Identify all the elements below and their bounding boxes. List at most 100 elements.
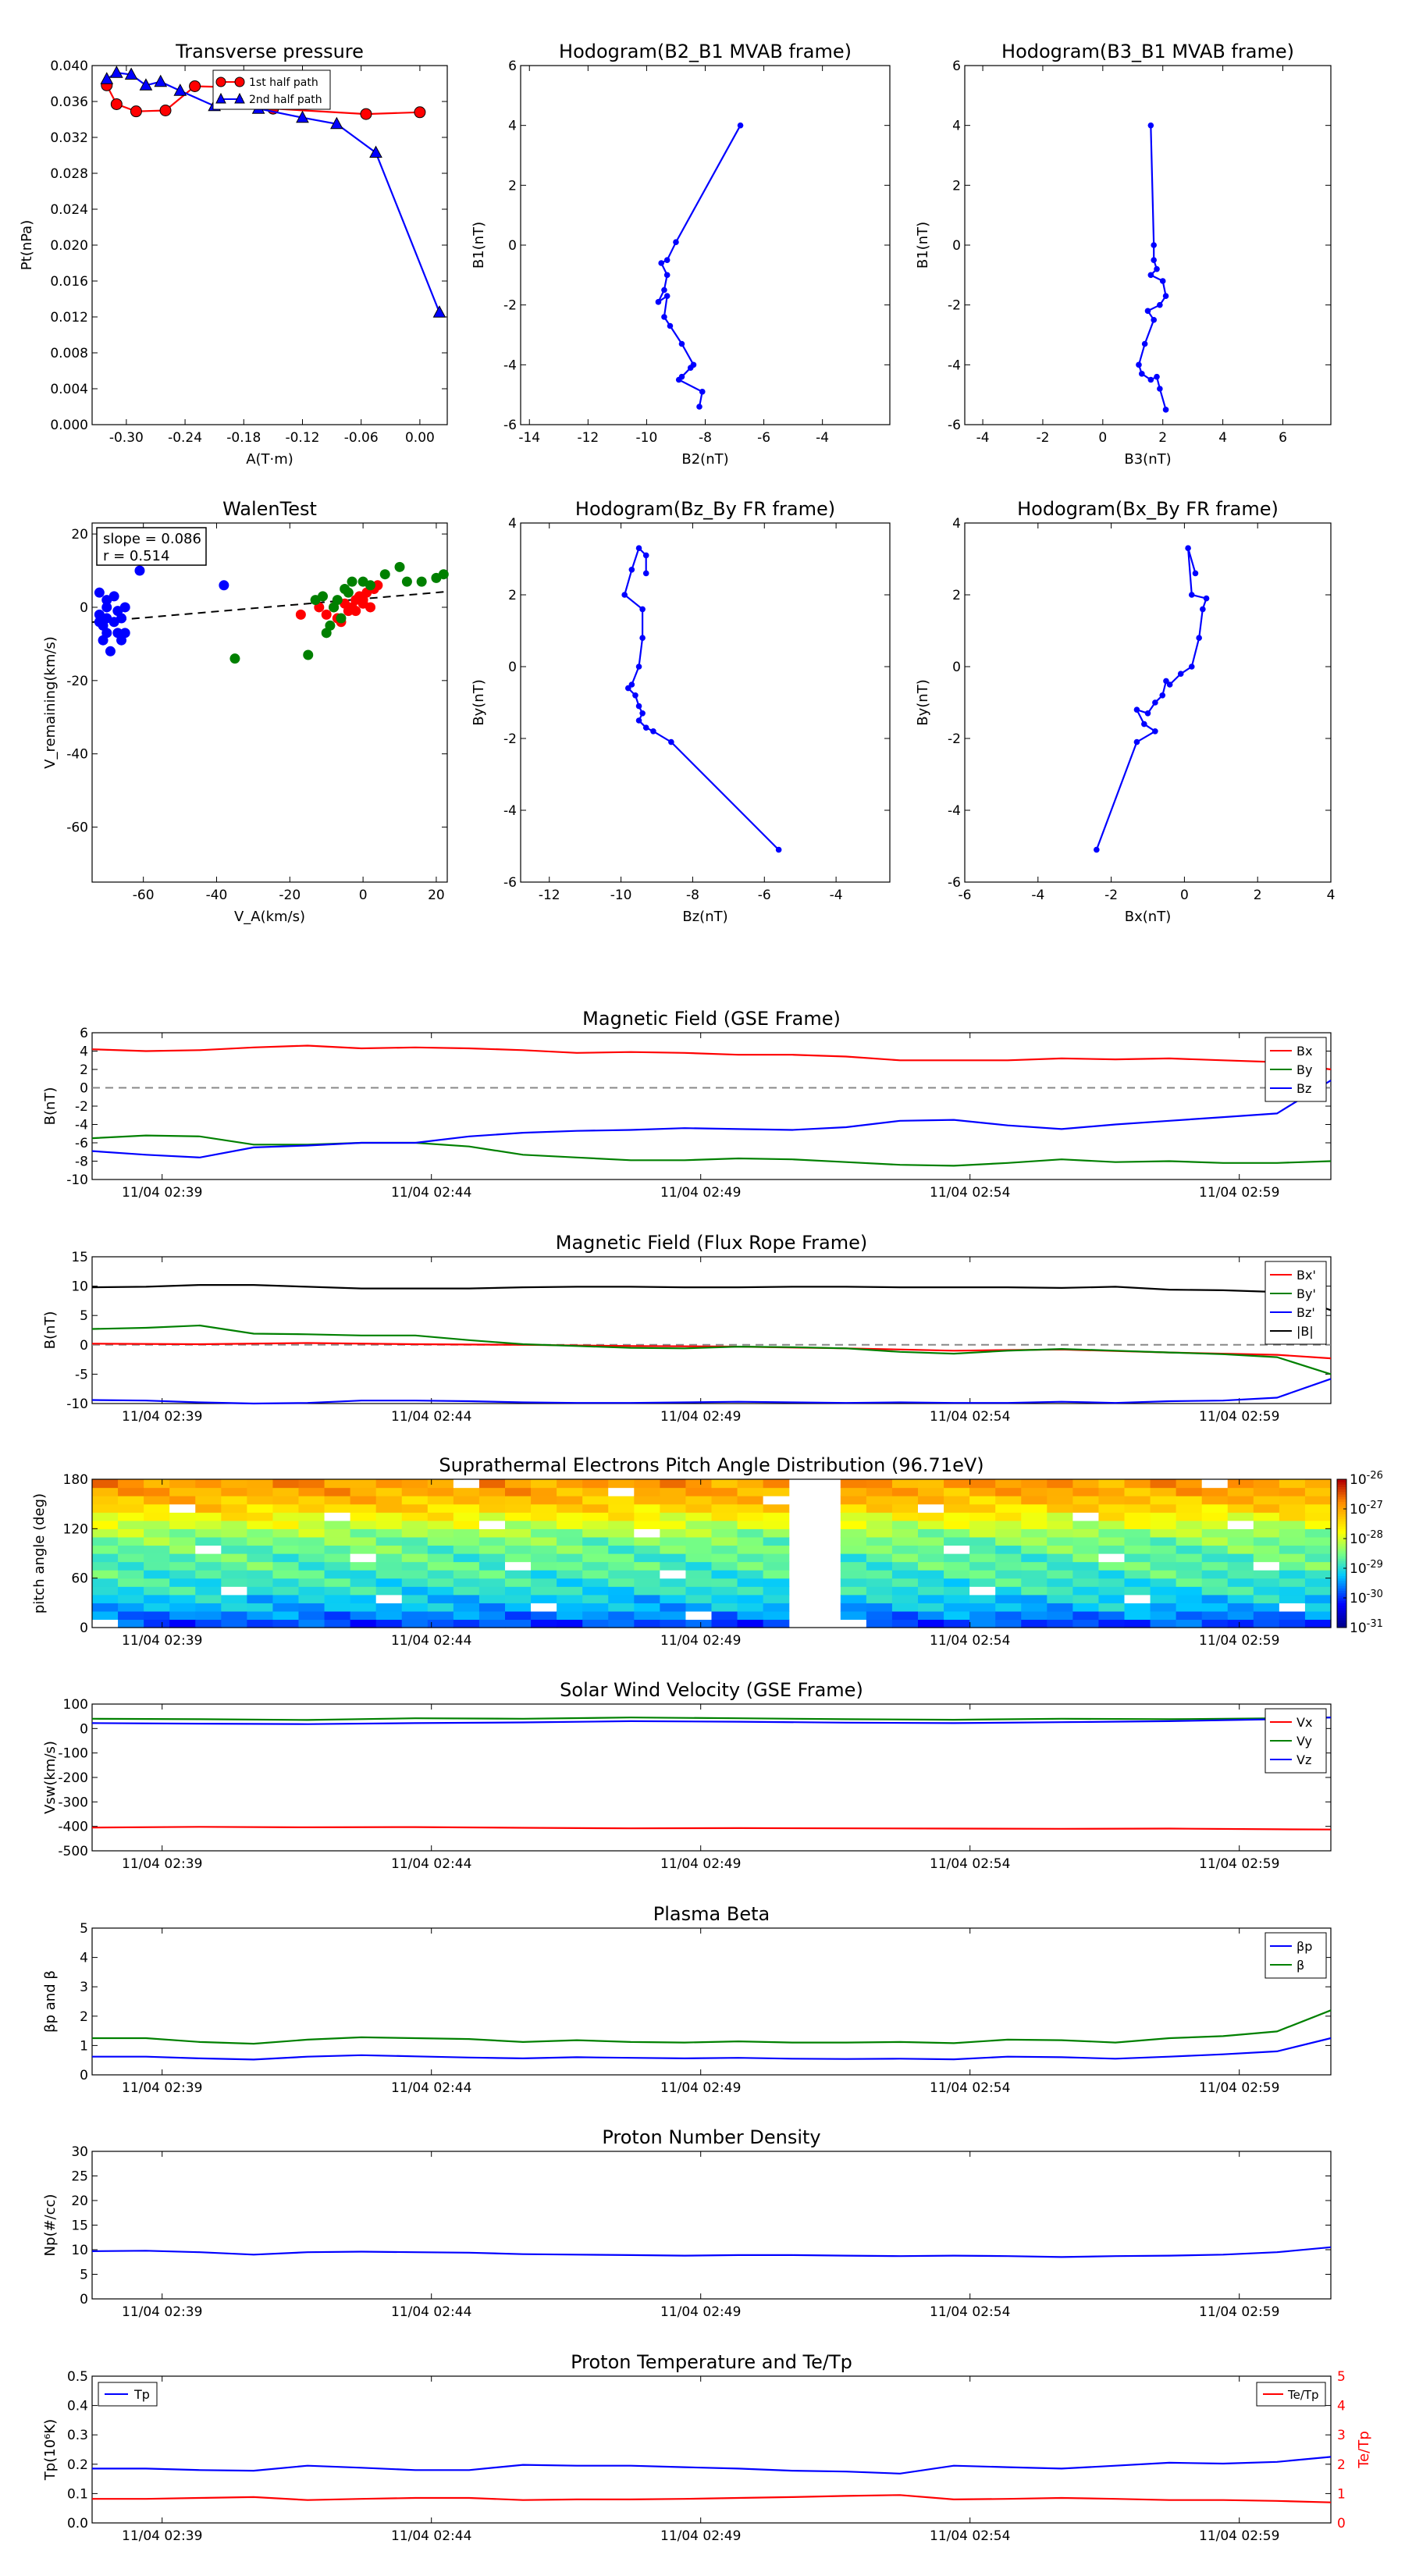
data-point xyxy=(101,628,112,639)
heatmap-cell xyxy=(995,1512,1022,1521)
heatmap-cell xyxy=(660,1520,687,1529)
heatmap-cell xyxy=(1176,1479,1203,1489)
heatmap-cell xyxy=(634,1512,660,1521)
heatmap-cell xyxy=(1072,1512,1100,1521)
heatmap-cell xyxy=(634,1536,660,1546)
heatmap-cell xyxy=(1201,1479,1229,1489)
chart-title: Hodogram(Bz_By FR frame) xyxy=(575,498,835,520)
heatmap-cell xyxy=(763,1503,790,1513)
y-tick-label: 4 xyxy=(80,1044,88,1060)
heatmap-cell xyxy=(427,1570,454,1579)
colorbar-segment xyxy=(1337,1491,1346,1495)
heatmap-cell xyxy=(660,1561,687,1571)
heatmap-cell xyxy=(375,1610,403,1621)
heatmap-cell xyxy=(608,1570,635,1579)
x-tick-label: 4 xyxy=(1327,888,1336,903)
data-point xyxy=(663,272,670,279)
heatmap-cell xyxy=(350,1479,377,1489)
heatmap-cell xyxy=(478,1578,506,1587)
heatmap-cell xyxy=(608,1496,635,1505)
data-point xyxy=(112,606,123,617)
data-point xyxy=(635,664,642,670)
x-tick-label: 2 xyxy=(1158,430,1167,446)
heatmap-cell xyxy=(1047,1520,1073,1529)
heatmap-cell xyxy=(1021,1561,1048,1571)
heatmap-cell xyxy=(711,1496,738,1505)
heatmap-cell xyxy=(891,1594,919,1603)
heatmap-cell xyxy=(1253,1553,1280,1563)
heatmap-cell xyxy=(1098,1594,1126,1603)
data-point xyxy=(101,613,112,624)
heatmap-cell xyxy=(891,1520,919,1529)
heatmap-cell xyxy=(660,1512,687,1521)
data-point xyxy=(1144,308,1151,315)
heatmap-cell xyxy=(1047,1619,1073,1628)
y-tick-label: 0 xyxy=(80,1338,88,1354)
heatmap-cell xyxy=(1072,1619,1100,1628)
data-point xyxy=(347,576,357,587)
y-right-tick-label: 0 xyxy=(1337,2516,1346,2532)
data-point xyxy=(1192,570,1199,577)
heatmap-cell xyxy=(247,1561,274,1571)
heatmap-cell xyxy=(1072,1503,1100,1513)
colorbar-segment xyxy=(1337,1617,1346,1621)
data-point xyxy=(1141,720,1147,728)
heatmap-cell xyxy=(298,1479,325,1489)
fit-line xyxy=(91,590,448,624)
heatmap-cell xyxy=(92,1545,119,1554)
y-tick-label: 4 xyxy=(80,1951,88,1966)
legend-label: Vz xyxy=(1297,1752,1311,1767)
data-point xyxy=(343,587,354,598)
heatmap-cell xyxy=(1021,1528,1048,1538)
heatmap-cell xyxy=(1072,1561,1100,1571)
heatmap-cell xyxy=(582,1496,609,1505)
heatmap-cell xyxy=(169,1520,196,1529)
heatmap-cell xyxy=(272,1545,300,1554)
heatmap-cell xyxy=(195,1503,222,1513)
y-tick-label: 0.008 xyxy=(50,346,88,361)
data-point xyxy=(394,561,405,572)
heatmap-cell xyxy=(118,1487,144,1496)
chart-title: Magnetic Field (Flux Rope Frame) xyxy=(556,1232,867,1254)
y-tick-label: -2 xyxy=(75,1099,88,1115)
heatmap-cell xyxy=(298,1561,325,1571)
heatmap-cell xyxy=(634,1586,660,1596)
heatmap-cell xyxy=(1150,1578,1177,1587)
heatmap-cell xyxy=(582,1570,609,1579)
heatmap-cell xyxy=(350,1610,377,1621)
heatmap-cell xyxy=(557,1561,583,1571)
series-line-0 xyxy=(623,546,780,851)
heatmap-cell xyxy=(350,1586,377,1596)
data-point xyxy=(414,106,426,119)
heatmap-cell xyxy=(531,1479,557,1489)
y-tick-label: -4 xyxy=(948,358,961,373)
chart-title: Hodogram(B3_B1 MVAB frame) xyxy=(1001,41,1294,62)
heatmap-cell xyxy=(298,1545,325,1554)
heatmap-cell xyxy=(375,1512,403,1521)
heatmap-cell xyxy=(1304,1479,1332,1489)
heatmap-cell xyxy=(969,1619,996,1628)
heatmap-cell xyxy=(453,1479,480,1489)
heatmap-cell xyxy=(1098,1520,1126,1529)
heatmap-cell xyxy=(195,1496,222,1505)
heatmap-cell xyxy=(169,1610,196,1621)
colorbar-segment xyxy=(1337,1610,1346,1614)
heatmap-cell xyxy=(608,1528,635,1538)
heatmap-cell xyxy=(1047,1603,1073,1612)
plot-frame xyxy=(520,65,891,425)
y-tick-label: 0.000 xyxy=(50,418,88,433)
data-point xyxy=(159,105,172,116)
heatmap-cell xyxy=(1253,1503,1280,1513)
y-tick-label: 0.040 xyxy=(50,59,88,74)
colorbar-segment xyxy=(1337,1531,1346,1535)
heatmap-cell xyxy=(1279,1520,1306,1529)
heatmap-cell xyxy=(1047,1578,1073,1587)
heatmap-cell xyxy=(118,1528,144,1538)
heatmap-cell xyxy=(711,1528,738,1538)
heatmap-cell xyxy=(685,1487,713,1496)
y-axis-label: B1(nT) xyxy=(471,222,487,269)
heatmap-cell xyxy=(427,1520,454,1529)
heatmap-cell xyxy=(1072,1594,1100,1603)
heatmap-cell xyxy=(350,1487,377,1496)
heatmap-cell xyxy=(531,1603,557,1612)
